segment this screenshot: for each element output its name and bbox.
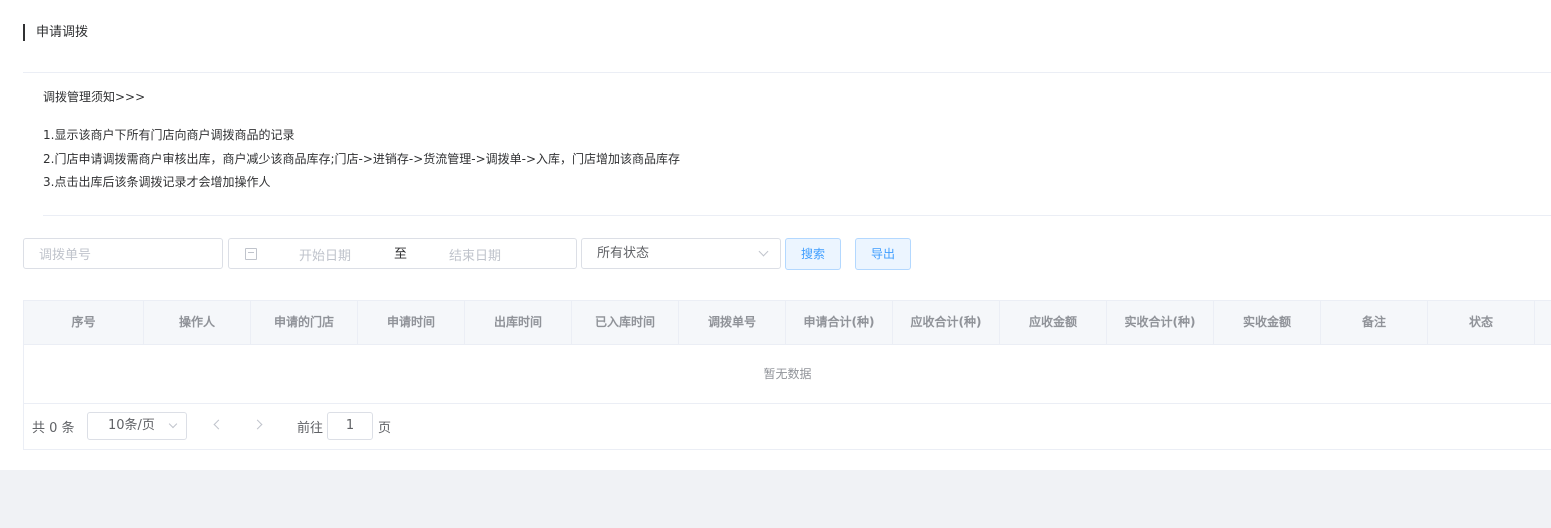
next-page-icon[interactable]	[252, 419, 263, 430]
column-header: 状态	[1428, 301, 1535, 344]
column-header: 申请合计(种)	[786, 301, 893, 344]
column-header: 应收合计(种)	[893, 301, 1000, 344]
chevron-down-icon	[758, 246, 769, 257]
content-panel: 申请调拨 调拨管理须知>>> 1.显示该商户下所有门店向商户调拨商品的记录 2.…	[0, 0, 1551, 470]
column-header: 应收金额	[1000, 301, 1107, 344]
empty-state: 暂无数据	[24, 345, 1551, 404]
column-header: 调拨单号	[679, 301, 786, 344]
start-date-input[interactable]: 开始日期	[299, 245, 351, 264]
range-separator: 至	[394, 247, 408, 262]
column-header: 备注	[1321, 301, 1428, 344]
column-header: 操作人	[144, 301, 251, 344]
page-suffix: 页	[378, 421, 392, 436]
header-divider	[23, 72, 1551, 73]
page-size-value: 10条/页	[108, 418, 155, 433]
order-no-placeholder: 调拨单号	[39, 248, 92, 263]
page-number-input[interactable]: 1	[327, 412, 373, 440]
search-button[interactable]: 搜索	[785, 238, 841, 270]
table-header: 序号 操作人 申请的门店 申请时间 出库时间 已入库时间 调拨单号 申请合计(种…	[24, 301, 1551, 345]
notice-item: 1.显示该商户下所有门店向商户调拨商品的记录	[43, 128, 295, 142]
notice-list: 1.显示该商户下所有门店向商户调拨商品的记录 2.门店申请调拨需商户审核出库，商…	[43, 124, 680, 195]
column-header: 申请的门店	[251, 301, 358, 344]
column-header: 已入库时间	[572, 301, 679, 344]
column-header: 实收合计(种)	[1107, 301, 1214, 344]
page-title: 申请调拨	[23, 24, 88, 41]
status-select-value: 所有状态	[597, 246, 650, 261]
end-date-input[interactable]: 结束日期	[449, 245, 501, 264]
chevron-down-icon	[168, 419, 178, 429]
column-header: 出库时间	[465, 301, 572, 344]
notice-title: 调拨管理须知>>>	[43, 90, 146, 104]
page-size-select[interactable]: 10条/页	[87, 412, 187, 440]
transfer-table: 序号 操作人 申请的门店 申请时间 出库时间 已入库时间 调拨单号 申请合计(种…	[23, 300, 1551, 450]
status-select[interactable]: 所有状态	[581, 238, 781, 269]
column-header: 序号	[24, 301, 144, 344]
prev-page-icon[interactable]	[213, 419, 224, 430]
column-header: 实收金额	[1214, 301, 1321, 344]
total-count: 共 0 条	[32, 421, 75, 436]
notice-item: 2.门店申请调拨需商户审核出库，商户减少该商品库存;门店->进销存->货流管理-…	[43, 151, 681, 166]
export-button[interactable]: 导出	[855, 238, 911, 270]
goto-label: 前往	[297, 421, 324, 436]
column-header: 申请时间	[358, 301, 465, 344]
date-range-picker[interactable]: 开始日期 至 结束日期	[228, 238, 577, 269]
calendar-icon	[245, 248, 257, 260]
notice-item: 3.点击出库后该条调拨记录才会增加操作人	[43, 175, 271, 189]
notice-divider	[43, 215, 1551, 216]
order-no-input[interactable]: 调拨单号	[23, 238, 223, 269]
pagination: 共 0 条 10条/页 前往 1 页	[24, 404, 1551, 449]
